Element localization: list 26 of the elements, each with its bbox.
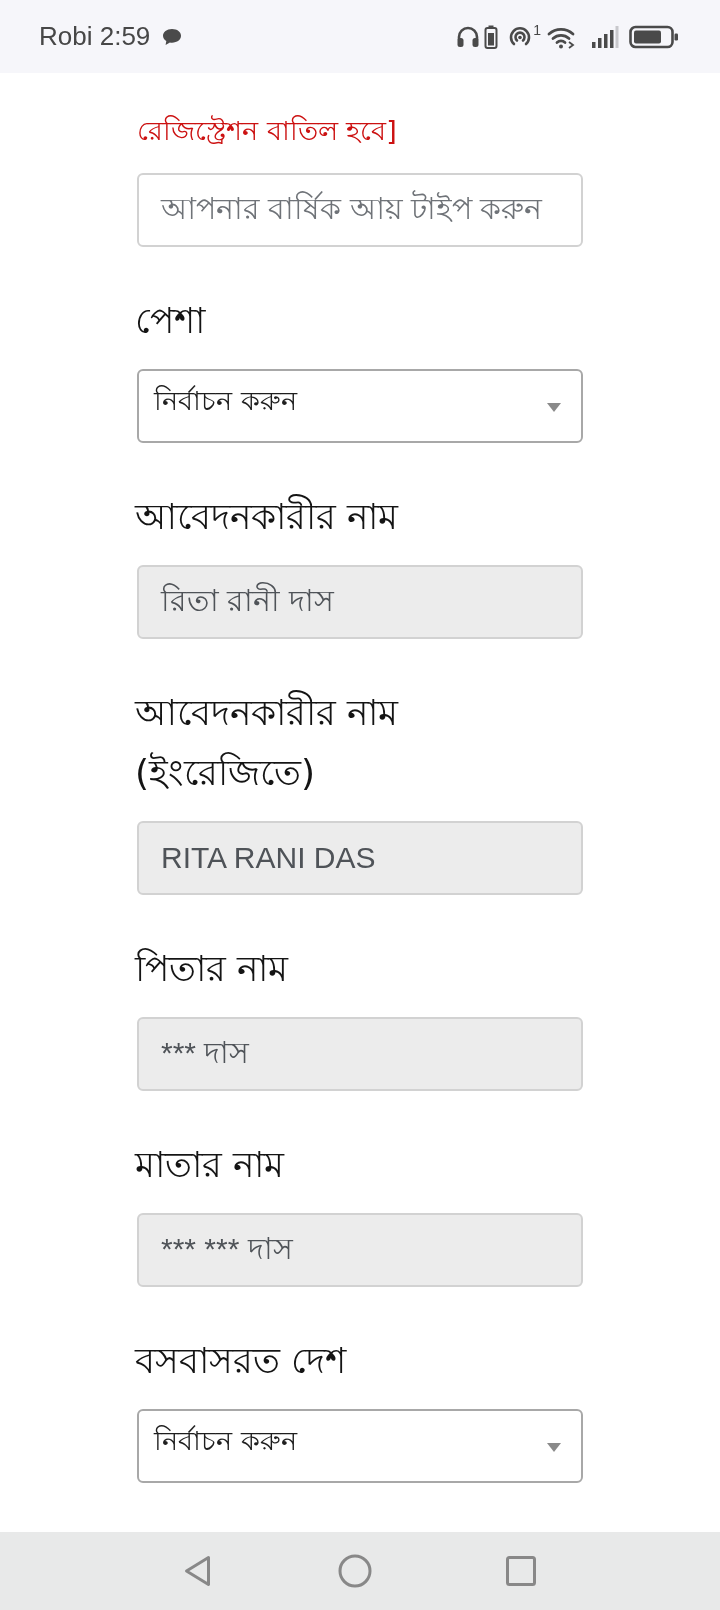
- dropdown-select[interactable]: নির্বাচন করুন: [137, 1409, 583, 1483]
- battery-icon: [629, 24, 679, 49]
- dropdown-select[interactable]: নির্বাচন করুন: [137, 369, 583, 443]
- chat-bubble-icon: [162, 27, 183, 46]
- input-field: *** দাস: [137, 1017, 583, 1091]
- input-field: RITA RANI DAS: [137, 821, 583, 895]
- field-label: পিতার নাম: [135, 947, 289, 991]
- caret-icon: [547, 1442, 561, 1452]
- field-label: মাতার নাম: [135, 1143, 285, 1187]
- field-label: বসবাসরত দেশ: [135, 1339, 347, 1383]
- field-label: পেশা: [135, 299, 205, 343]
- battery-small-icon: [484, 24, 499, 49]
- input-field: *** *** দাস: [137, 1213, 583, 1287]
- field-label: আবেদনকারীর নাম (ইংরেজিতে): [135, 689, 400, 795]
- input-field: রিতা রানী দাস: [137, 565, 583, 639]
- field-label: আবেদনকারীর নাম: [135, 493, 399, 539]
- home-icon[interactable]: [338, 1554, 372, 1588]
- income-warning-text: রেজিস্ট্রেশন বাতিল হবে]: [137, 114, 397, 148]
- carrier-time: Robi 2:59: [39, 21, 151, 52]
- signal-bars-icon: [591, 24, 619, 49]
- headphones-icon: [456, 24, 481, 49]
- caret-icon: [547, 402, 561, 412]
- back-icon[interactable]: [184, 1555, 212, 1587]
- input-field[interactable]: আপনার বার্ষিক আয় টাইপ করুন: [137, 173, 583, 247]
- recents-icon[interactable]: [506, 1556, 536, 1586]
- hotspot-count: 1: [533, 22, 541, 38]
